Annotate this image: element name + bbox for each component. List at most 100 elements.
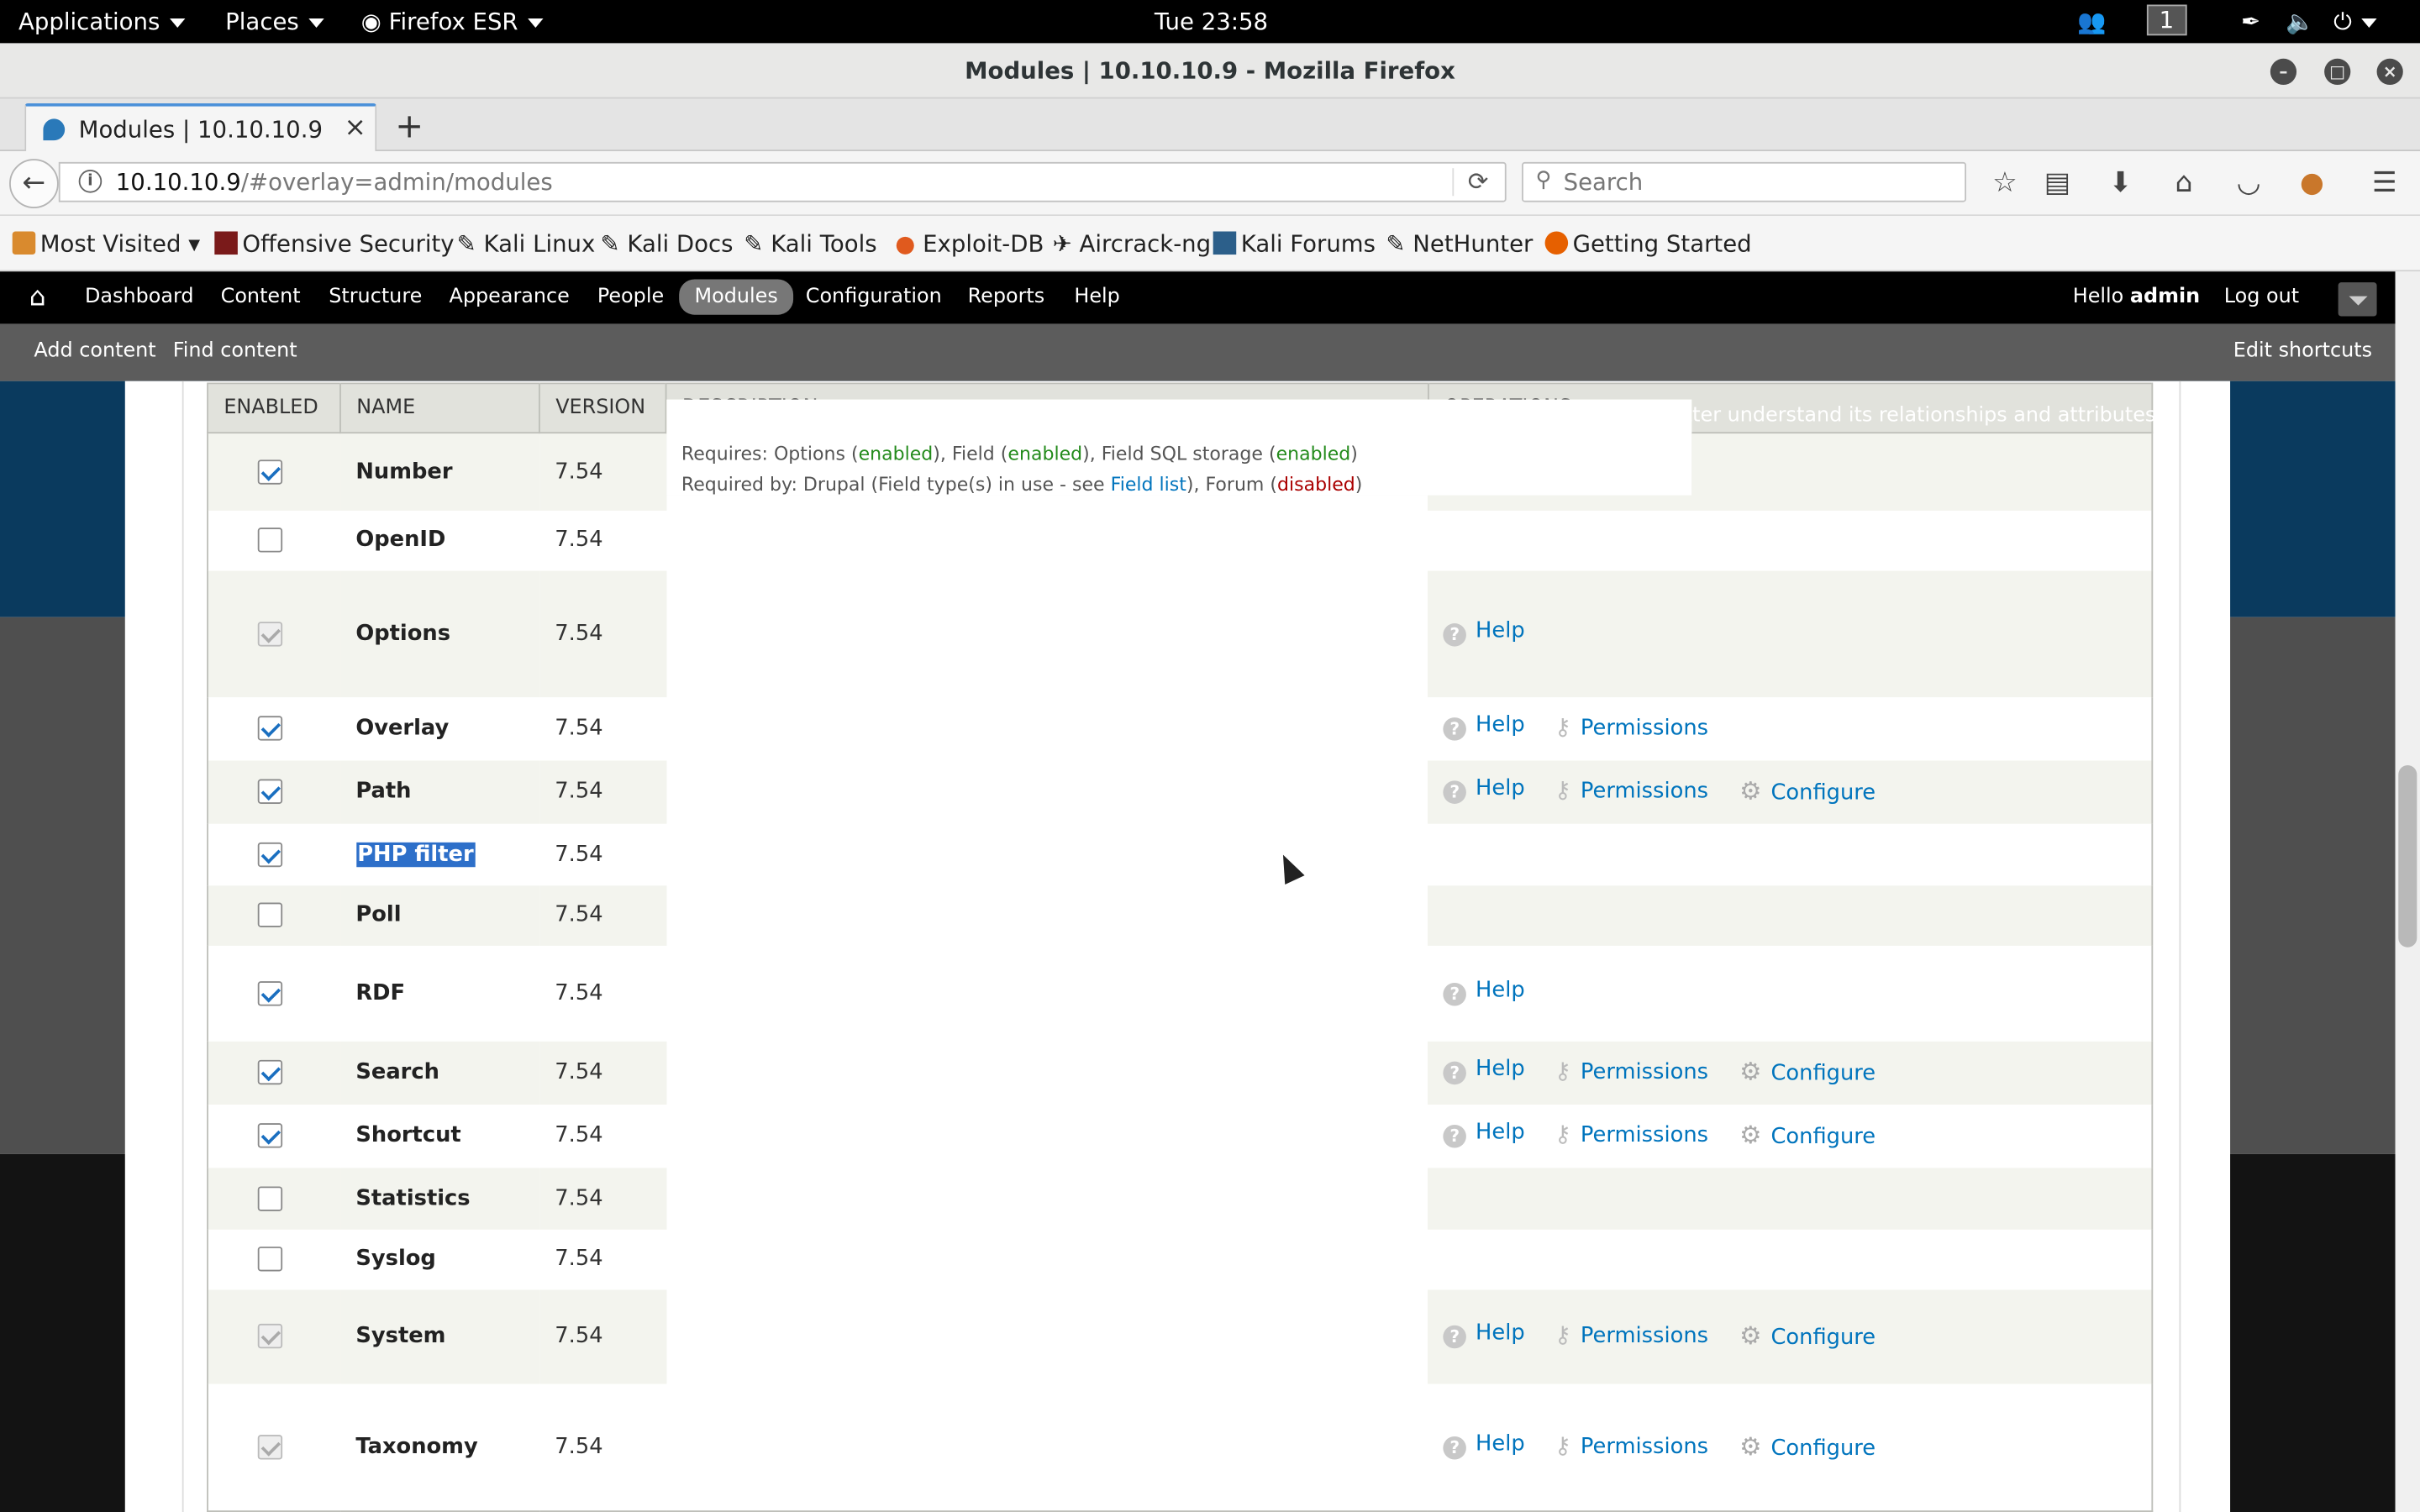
hamburger-menu-icon[interactable]: ☰ — [2366, 166, 2403, 199]
configure-link[interactable]: ⚙ Configure — [1739, 776, 1876, 806]
users-icon[interactable]: 👥 — [2077, 8, 2106, 35]
permissions-link[interactable]: ⚷ Permissions — [1555, 1057, 1708, 1084]
bookmark-most-visited[interactable]: Most Visited ▾ — [12, 230, 200, 258]
bookmark-nethunter[interactable]: ✎ NetHunter — [1386, 230, 1533, 258]
configure-link[interactable]: ⚙ Configure — [1739, 1320, 1876, 1350]
help-link[interactable]: ? Help — [1443, 618, 1525, 646]
applications-menu[interactable]: Applications — [18, 8, 185, 35]
enable-checkbox[interactable] — [257, 1247, 283, 1272]
back-button[interactable]: ← — [9, 159, 59, 208]
menu-help[interactable]: Help — [1074, 286, 1119, 309]
configure-link[interactable]: ⚙ Configure — [1739, 1431, 1876, 1461]
module-name: RDF — [355, 980, 406, 1005]
edit-shortcuts-link[interactable]: Edit shortcuts — [2233, 339, 2372, 363]
enable-checkbox — [257, 1434, 283, 1460]
bookmark-aircrack-ng[interactable]: ✈ Aircrack-ng — [1053, 230, 1211, 258]
site-info-icon[interactable]: i — [78, 170, 103, 193]
enable-checkbox[interactable] — [257, 528, 283, 553]
help-link[interactable]: ? Help — [1443, 978, 1525, 1005]
enable-checkbox[interactable] — [257, 1059, 283, 1085]
menu-structure[interactable]: Structure — [329, 286, 422, 309]
key-icon: ⚷ — [1554, 1431, 1571, 1460]
shortcut-find-content[interactable]: Find content — [173, 339, 297, 363]
bookmark-kali-docs[interactable]: ✎ Kali Docs — [600, 230, 733, 258]
firefox-icon: ◉ — [360, 8, 389, 36]
tab-modules[interactable]: Modules | 10.10.10.9 × — [24, 103, 377, 153]
operations-cell: ? Help ⚷ Permissions ⚙ Configure — [1428, 759, 2153, 823]
menu-people[interactable]: People — [597, 286, 664, 309]
workspace-indicator[interactable]: 1 — [2146, 4, 2186, 36]
clock[interactable]: Tue 23:58 — [1155, 8, 1268, 35]
enable-checkbox[interactable] — [257, 716, 283, 741]
maximize-button[interactable]: □ — [2324, 58, 2351, 86]
shortcuts-toggle-button[interactable] — [2338, 282, 2377, 317]
page-scrollbar[interactable] — [2395, 271, 2420, 1512]
shortcut-add-content[interactable]: Add content — [34, 339, 155, 363]
menu-reports[interactable]: Reports — [968, 286, 1045, 309]
configure-link[interactable]: ⚙ Configure — [1739, 1057, 1876, 1086]
enable-checkbox[interactable] — [257, 980, 283, 1005]
help-link[interactable]: ? Help — [1443, 1431, 1525, 1460]
menu-content[interactable]: Content — [221, 286, 301, 309]
places-menu[interactable]: Places — [225, 8, 324, 35]
bookmark-offensive-security[interactable]: Offensive Security — [214, 230, 455, 258]
pocket-icon[interactable]: ◡ — [2230, 166, 2267, 199]
drupal-home-icon[interactable]: ⌂ — [29, 282, 46, 313]
permissions-link[interactable]: ⚷ Permissions — [1555, 1120, 1708, 1147]
enabled-cell — [208, 1289, 341, 1383]
bookmark-kali-forums[interactable]: Kali Forums — [1213, 230, 1376, 258]
cookie-icon[interactable]: ● — [2293, 166, 2330, 199]
enable-checkbox[interactable] — [257, 1123, 283, 1148]
firefox-app-menu[interactable]: ◉ Firefox ESR — [361, 8, 543, 35]
gnome-top-bar: Applications Places ◉ Firefox ESR Tue 23… — [0, 0, 2420, 44]
gear-icon: ⚙ — [1739, 775, 1762, 806]
module-name: Search — [355, 1059, 439, 1085]
new-tab-button[interactable]: + — [395, 108, 424, 147]
enable-checkbox[interactable] — [257, 779, 283, 804]
search-box[interactable]: ⚲ Search — [1522, 161, 1967, 202]
close-window-button[interactable]: × — [2376, 58, 2403, 86]
enable-checkbox[interactable] — [257, 902, 283, 927]
configure-link[interactable]: ⚙ Configure — [1739, 1120, 1876, 1149]
menu-dashboard[interactable]: Dashboard — [85, 286, 194, 309]
volume-icon[interactable]: 🔈 — [2286, 8, 2314, 35]
menu-modules[interactable]: Modules — [679, 279, 794, 315]
reader-list-icon[interactable]: ▤ — [2039, 166, 2075, 199]
downloads-icon[interactable]: ⬇ — [2102, 166, 2139, 199]
scrollbar-thumb[interactable] — [2398, 765, 2417, 948]
help-link[interactable]: ? Help — [1443, 713, 1525, 741]
module-name-cell: Number — [340, 433, 539, 511]
help-link[interactable]: ? Help — [1443, 1057, 1525, 1085]
enabled-cell — [208, 1228, 341, 1289]
operations-group: ? Help ⚷ Permissions ⚙ Configure — [1443, 776, 2136, 807]
minimize-button[interactable]: – — [2270, 58, 2297, 86]
pen-icon[interactable]: ✒ — [2241, 8, 2260, 35]
permissions-link[interactable]: ⚷ Permissions — [1555, 1320, 1708, 1348]
enable-checkbox[interactable] — [257, 459, 283, 485]
reload-icon[interactable]: ⟳ — [1468, 166, 1489, 196]
bookmark-exploit-db[interactable]: ● Exploit-DB — [895, 230, 1044, 258]
enable-checkbox[interactable] — [257, 1185, 283, 1210]
permissions-link[interactable]: ⚷ Permissions — [1555, 1431, 1708, 1459]
help-link[interactable]: ? Help — [1443, 1320, 1525, 1349]
close-tab-icon[interactable]: × — [345, 113, 366, 144]
enable-checkbox[interactable] — [257, 841, 283, 867]
permissions-link[interactable]: ⚷ Permissions — [1555, 776, 1708, 804]
url-bar[interactable]: i 10.10.10.9/#overlay=admin/modules ⟳ — [58, 161, 1507, 202]
power-icon[interactable]: ⏻ — [2333, 8, 2377, 35]
enable-checkbox — [257, 621, 283, 646]
operations-group — [1443, 1183, 2136, 1214]
menu-appearance[interactable]: Appearance — [449, 286, 569, 309]
logout-link[interactable]: Log out — [2224, 286, 2299, 309]
bookmark-star-icon[interactable]: ☆ — [1986, 166, 2023, 199]
enabled-cell — [208, 759, 341, 823]
menu-configuration[interactable]: Configuration — [806, 286, 942, 309]
home-icon[interactable]: ⌂ — [2165, 166, 2202, 199]
bookmark-getting-started[interactable]: Getting Started — [1544, 230, 1752, 258]
permissions-link[interactable]: ⚷ Permissions — [1555, 713, 1708, 741]
help-link[interactable]: ? Help — [1443, 1120, 1525, 1148]
help-link[interactable]: ? Help — [1443, 776, 1525, 804]
bookmark-kali-tools[interactable]: ✎ Kali Tools — [744, 230, 876, 258]
bookmark-kali-linux[interactable]: ✎ Kali Linux — [457, 230, 596, 258]
field-list-link[interactable]: Field list — [1111, 473, 1186, 495]
